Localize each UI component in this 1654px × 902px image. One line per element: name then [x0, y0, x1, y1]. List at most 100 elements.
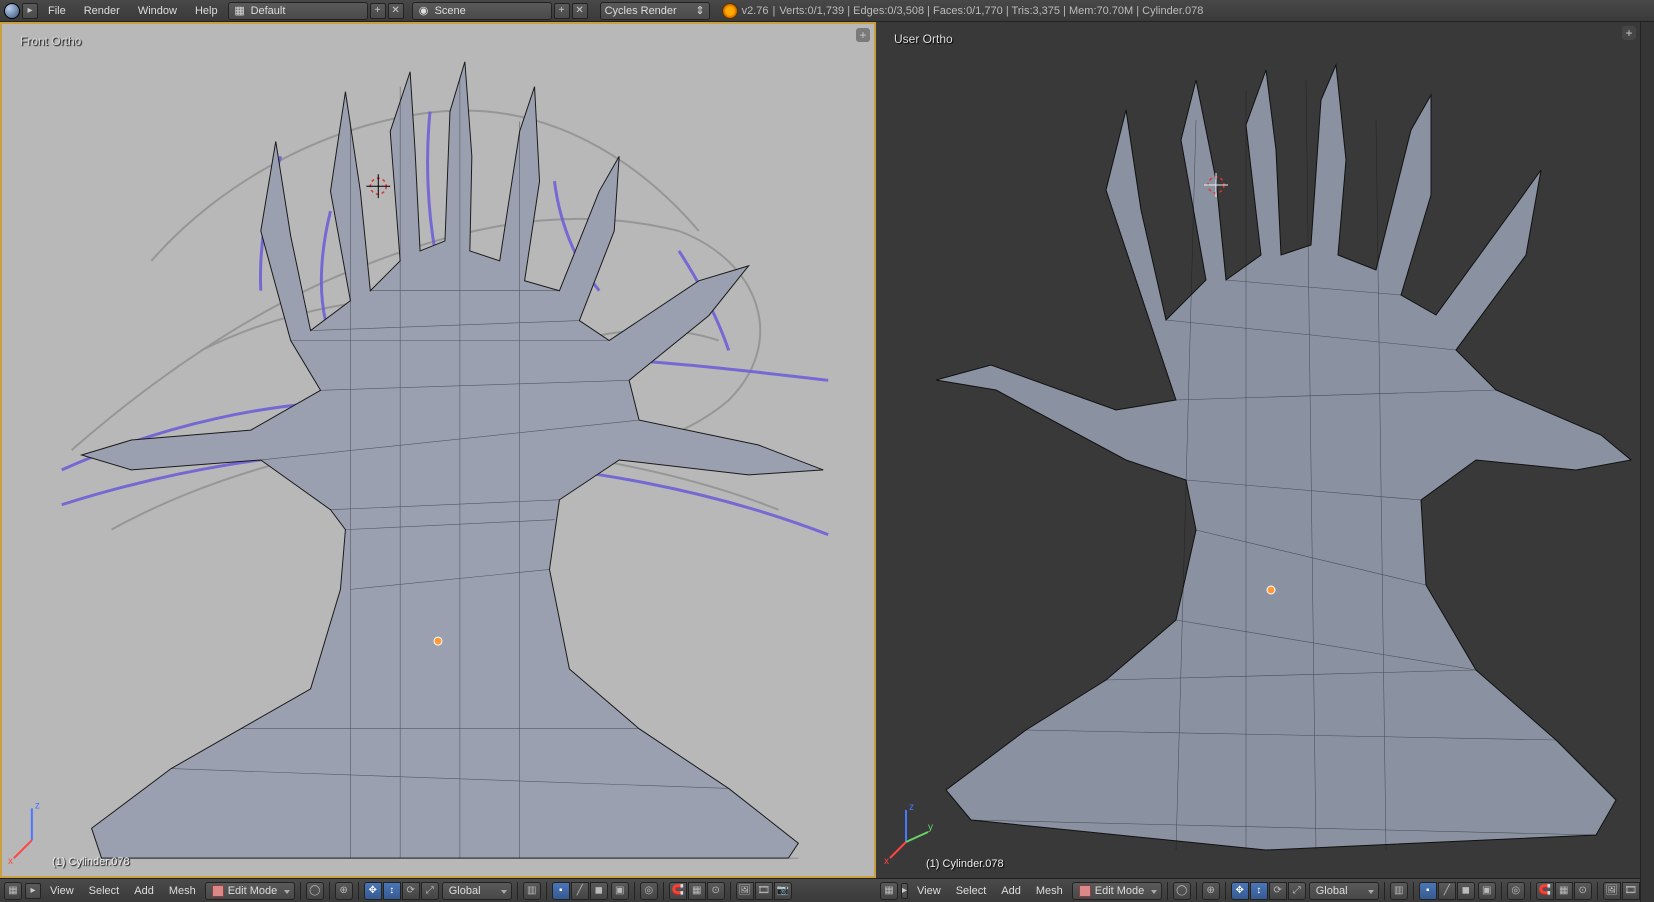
render-anim-icon[interactable]: 🎞	[1622, 882, 1640, 900]
header-menu-view[interactable]: View	[44, 883, 80, 899]
svg-text:y: y	[928, 822, 933, 833]
face-select-icon[interactable]: ◼	[1457, 882, 1475, 900]
active-object-label: (1) Cylinder.078	[926, 858, 1004, 870]
edge-select-icon[interactable]: ╱	[571, 882, 589, 900]
rotate-manip-icon[interactable]: ⟳	[402, 882, 420, 900]
prop-edit-dropdown[interactable]: ◎	[640, 882, 658, 900]
add-scene-button[interactable]: +	[554, 3, 570, 19]
version-label: v2.76	[742, 5, 769, 17]
manipulator-toggle[interactable]: ✥	[1231, 882, 1249, 900]
screen-layout-dropdown[interactable]: ▦ Default	[228, 2, 368, 20]
scale-manip-icon[interactable]: ⤢	[421, 882, 439, 900]
orientation-dropdown[interactable]: Global	[1309, 882, 1379, 900]
add-layout-button[interactable]: +	[370, 3, 386, 19]
translate-manip-icon[interactable]: ↕	[1250, 882, 1268, 900]
viewport-header-right: ▦ ▸ View Select Add Mesh Edit Mode ◯ ⊕ ✥…	[876, 878, 1640, 902]
blender-info-icon[interactable]	[4, 3, 20, 19]
header-menu-add[interactable]: Add	[128, 883, 160, 899]
editmode-icon	[1079, 885, 1091, 897]
scene-icon: ◉	[417, 4, 431, 18]
svg-text:z: z	[35, 800, 40, 811]
viewport-header-left: ▦ ▸ View Select Add Mesh Edit Mode ◯ ⊕ ✥…	[0, 878, 876, 902]
menu-window[interactable]: Window	[130, 3, 185, 19]
render-engine-value: Cycles Render	[605, 5, 692, 17]
header-menu-view[interactable]: View	[911, 883, 947, 899]
editor-type-icon[interactable]: ▦	[880, 882, 898, 900]
remove-scene-button[interactable]: ✕	[572, 3, 588, 19]
layers-popup[interactable]: ▥	[523, 882, 541, 900]
header-menu-select[interactable]: Select	[950, 883, 993, 899]
vertex-select-icon[interactable]: ▪	[1419, 882, 1437, 900]
pivot-dropdown[interactable]: ⊕	[1202, 882, 1220, 900]
menu-file[interactable]: File	[40, 3, 74, 19]
layers-popup[interactable]: ▥	[1390, 882, 1408, 900]
svg-text:z: z	[909, 802, 914, 813]
manipulator-toggles: ✥ ↕ ⟳ ⤢	[1231, 882, 1306, 900]
snap-toggles: 🧲 ▦ ⊙	[1536, 882, 1592, 900]
rotate-manip-icon[interactable]: ⟳	[1269, 882, 1287, 900]
svg-text:x: x	[8, 856, 13, 867]
orientation-dropdown[interactable]: Global	[442, 882, 512, 900]
left-viewport-column: Front Ortho +	[0, 22, 876, 902]
manipulator-toggles: ✥ ↕ ⟳ ⤢	[364, 882, 439, 900]
mode-dropdown[interactable]: Edit Mode	[205, 882, 295, 900]
scene-value: Scene	[435, 5, 547, 17]
viewport-content: z x	[2, 24, 874, 876]
top-menu-bar: ▸ File Render Window Help ▦ Default + ✕ …	[0, 0, 1654, 22]
snap-toggle-icon[interactable]: 🧲	[669, 882, 687, 900]
manipulator-toggle[interactable]: ✥	[364, 882, 382, 900]
expand-header-icon[interactable]: ▸	[901, 883, 908, 899]
orientation-value: Global	[449, 885, 481, 897]
blender-logo-icon	[722, 3, 738, 19]
scale-manip-icon[interactable]: ⤢	[1288, 882, 1306, 900]
render-buttons: 🖼 🎞 📷	[1603, 882, 1640, 900]
scene-dropdown[interactable]: ◉ Scene	[412, 2, 552, 20]
render-image-icon[interactable]: 🖼	[1603, 882, 1621, 900]
opengl-render-icon[interactable]: 📷	[774, 882, 792, 900]
snap-element-icon[interactable]: ▦	[688, 882, 706, 900]
mode-value: Edit Mode	[1095, 885, 1145, 897]
limit-selection-icon[interactable]: ▣	[1478, 882, 1496, 900]
snap-target-icon[interactable]: ⊙	[1574, 882, 1592, 900]
expand-header-icon[interactable]: ▸	[25, 883, 41, 899]
header-menu-mesh[interactable]: Mesh	[163, 883, 202, 899]
menu-render[interactable]: Render	[76, 3, 128, 19]
expand-menus-icon[interactable]: ▸	[22, 3, 38, 19]
remove-layout-button[interactable]: ✕	[388, 3, 404, 19]
shading-dropdown[interactable]: ◯	[306, 882, 324, 900]
viewport-content: z y x	[876, 22, 1640, 878]
header-menu-add[interactable]: Add	[995, 883, 1027, 899]
editor-type-icon[interactable]: ▦	[4, 882, 22, 900]
menu-help[interactable]: Help	[187, 3, 226, 19]
edge-select-icon[interactable]: ╱	[1438, 882, 1456, 900]
render-image-icon[interactable]: 🖼	[736, 882, 754, 900]
mesh-select-mode: ▪ ╱ ◼	[1419, 882, 1475, 900]
snap-target-icon[interactable]: ⊙	[707, 882, 725, 900]
mode-dropdown[interactable]: Edit Mode	[1072, 882, 1162, 900]
face-select-icon[interactable]: ◼	[590, 882, 608, 900]
editmode-icon	[212, 885, 224, 897]
snap-element-icon[interactable]: ▦	[1555, 882, 1573, 900]
prop-edit-dropdown[interactable]: ◎	[1507, 882, 1525, 900]
snap-toggles: 🧲 ▦ ⊙	[669, 882, 725, 900]
header-menu-mesh[interactable]: Mesh	[1030, 883, 1069, 899]
render-engine-dropdown[interactable]: Cycles Render ⇕	[600, 2, 710, 20]
shading-dropdown[interactable]: ◯	[1173, 882, 1191, 900]
render-buttons: 🖼 🎞 📷	[736, 882, 792, 900]
pivot-dropdown[interactable]: ⊕	[335, 882, 353, 900]
screen-layout-value: Default	[251, 5, 363, 17]
render-anim-icon[interactable]: 🎞	[755, 882, 773, 900]
main-area: Front Ortho +	[0, 22, 1654, 902]
header-menu-select[interactable]: Select	[83, 883, 126, 899]
limit-selection-icon[interactable]: ▣	[611, 882, 629, 900]
svg-text:x: x	[884, 856, 889, 867]
viewport-right[interactable]: User Ortho +	[876, 22, 1640, 878]
viewport-left[interactable]: Front Ortho +	[0, 22, 876, 878]
header-stats: v2.76 | Verts:0/1,739 | Edges:0/3,508 | …	[722, 3, 1204, 19]
right-gutter	[1640, 22, 1654, 902]
mesh-select-mode: ▪ ╱ ◼	[552, 882, 608, 900]
vertex-select-icon[interactable]: ▪	[552, 882, 570, 900]
translate-manip-icon[interactable]: ↕	[383, 882, 401, 900]
active-object-label: (1) Cylinder.078	[52, 856, 130, 868]
snap-toggle-icon[interactable]: 🧲	[1536, 882, 1554, 900]
